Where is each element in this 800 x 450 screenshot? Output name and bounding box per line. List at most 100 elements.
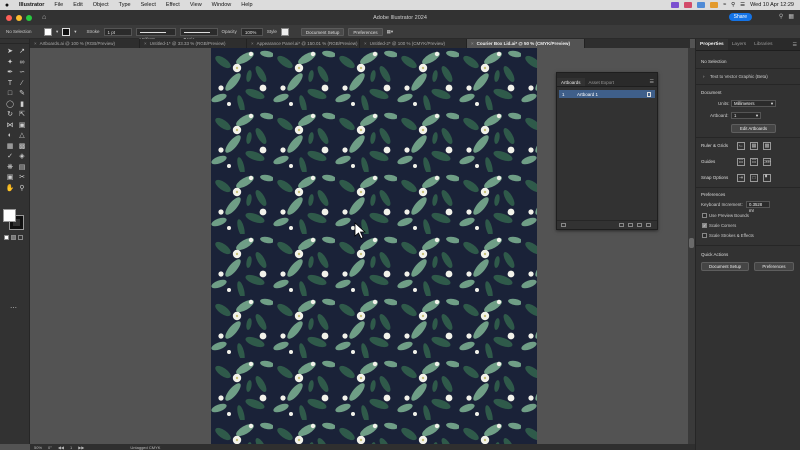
artboard-row[interactable]: 1 Artboard 1	[559, 90, 655, 98]
graphic-style-swatch[interactable]	[280, 27, 289, 36]
menu-type[interactable]: Type	[114, 2, 136, 8]
close-tab-icon[interactable]: ×	[251, 41, 254, 46]
document-setup-button[interactable]: Document Setup	[300, 27, 345, 36]
app-status-icon-2[interactable]	[697, 2, 706, 8]
gradient-tool-icon[interactable]: ▩	[17, 142, 27, 152]
screen-recorder-icon[interactable]	[671, 2, 680, 8]
menu-effect[interactable]: Effect	[161, 2, 185, 8]
scale-corners-checkbox[interactable]: ✓	[702, 223, 707, 228]
apple-icon[interactable]: ●	[0, 2, 14, 9]
menu-help[interactable]: Help	[236, 2, 257, 8]
zoom-tool-icon[interactable]: ⚲	[17, 184, 27, 194]
smart-guides-icon[interactable]: ⋙	[763, 158, 771, 166]
menu-view[interactable]: View	[185, 2, 207, 8]
rearrange-icon[interactable]	[561, 223, 566, 227]
text-to-vector-link[interactable]: Text to Vector Graphic (Beta)	[710, 74, 768, 79]
menu-file[interactable]: File	[49, 2, 68, 8]
none-mode-icon[interactable]	[18, 235, 23, 240]
preferences-button[interactable]: Preferences	[348, 27, 383, 36]
tab-document-1[interactable]: × Artboards.ai @ 100 % (RGB/Preview)	[30, 39, 140, 48]
artboard-tool-icon[interactable]: ▣	[5, 173, 15, 183]
zoom-level[interactable]: 50%	[34, 445, 42, 450]
tab-properties[interactable]: Properties	[696, 39, 728, 50]
artboard[interactable]	[211, 48, 537, 444]
hand-tool-icon[interactable]: ✋	[5, 184, 15, 194]
menu-window[interactable]: Window	[207, 2, 237, 8]
rotate-tool-icon[interactable]: ↻	[5, 110, 15, 120]
opacity-field[interactable]: 100%	[240, 27, 263, 36]
stroke-swatch[interactable]	[62, 27, 71, 36]
blend-tool-icon[interactable]: ◈	[17, 152, 27, 162]
artboard-number[interactable]: 1	[70, 445, 72, 450]
scroll-thumb[interactable]	[689, 238, 694, 248]
units-dropdown[interactable]: Millimeters ▾	[731, 100, 776, 107]
panel-menu-icon[interactable]: ☰	[650, 78, 654, 87]
snap-to-pixel-icon[interactable]: □	[750, 174, 758, 182]
graph-tool-icon[interactable]: ▤	[17, 163, 27, 173]
close-tab-icon[interactable]: ×	[471, 41, 474, 46]
minimize-window-button[interactable]	[16, 14, 22, 21]
move-up-icon[interactable]	[619, 223, 624, 227]
free-transform-tool-icon[interactable]: ▣	[17, 121, 27, 131]
direct-selection-tool-icon[interactable]: ↗	[17, 47, 27, 57]
paintbrush-tool-icon[interactable]: ✎	[17, 89, 27, 99]
snap-to-glyph-icon[interactable]: ▘	[763, 174, 771, 182]
keyboard-increment-field[interactable]: 0.3528 mr	[746, 201, 770, 213]
app-status-icon-3[interactable]	[710, 2, 719, 8]
variable-width-profile[interactable]: Uniform	[135, 27, 176, 42]
show-guides-icon[interactable]: ☷	[737, 158, 745, 166]
search-icon[interactable]: ⚲	[731, 2, 735, 8]
type-tool-icon[interactable]: T	[5, 79, 15, 89]
ruler-icon[interactable]: ⌙	[737, 142, 745, 150]
artboard-row-name[interactable]: Artboard 1	[577, 92, 598, 97]
chevron-down-icon[interactable]: ▾	[74, 29, 76, 35]
mesh-tool-icon[interactable]: ▦	[5, 142, 15, 152]
pen-tool-icon[interactable]: ✒	[5, 68, 15, 78]
tab-document-2[interactable]: × Untitled-1* @ 33.33 % (RGB/Preview)	[140, 39, 247, 48]
opacity-label[interactable]: Opacity	[222, 29, 237, 34]
chevron-right-icon[interactable]: ›	[703, 74, 705, 79]
tab-artboards[interactable]: Artboards	[557, 78, 585, 86]
stroke-label[interactable]: Stroke	[87, 29, 100, 34]
close-window-button[interactable]	[6, 14, 12, 21]
magic-wand-tool-icon[interactable]: ✦	[5, 58, 15, 68]
workspace-icon[interactable]: ▦	[788, 13, 794, 20]
color-mode-icon[interactable]	[4, 235, 9, 240]
zoom-window-button[interactable]	[26, 14, 32, 21]
rectangle-tool-icon[interactable]: □	[5, 89, 15, 99]
first-artboard-icon[interactable]: ◀◀	[58, 445, 64, 450]
tab-document-5[interactable]: × Courier Box Lid.ai* @ 50 % (CMYK/Previe…	[467, 39, 585, 48]
tab-asset-export[interactable]: Asset Export	[585, 78, 619, 86]
document-setup-button[interactable]: Document Setup	[701, 262, 749, 271]
close-tab-icon[interactable]: ×	[144, 41, 147, 46]
artboard-dropdown[interactable]: 1 ▾	[731, 112, 761, 119]
eyedropper-tool-icon[interactable]: ✓	[5, 152, 15, 162]
chevron-down-icon[interactable]: ▾	[56, 29, 58, 35]
scale-strokes-checkbox[interactable]	[702, 233, 707, 238]
tab-document-3[interactable]: × Appearance Panel.ai* @ 150.01 % (RGB/Pr…	[247, 39, 360, 48]
scale-tool-icon[interactable]: ⇱	[17, 110, 27, 120]
snap-to-point-icon[interactable]: ⇥	[737, 174, 745, 182]
perspective-grid-tool-icon[interactable]: △	[17, 131, 27, 141]
slice-tool-icon[interactable]: ✂	[17, 173, 27, 183]
preferences-button[interactable]: Preferences	[754, 262, 794, 271]
edit-toolbar-icon[interactable]: ⋯	[10, 304, 17, 312]
new-artboard-icon[interactable]	[637, 223, 642, 227]
menu-select[interactable]: Select	[136, 2, 161, 8]
tab-document-4[interactable]: × Untitled-2* @ 100 % (CMYK/Preview)	[360, 39, 467, 48]
tab-libraries[interactable]: Libraries	[750, 39, 776, 50]
home-icon[interactable]: ⌂	[42, 14, 46, 21]
wifi-icon[interactable]: ≈	[723, 2, 726, 8]
width-tool-icon[interactable]: ⋈	[5, 121, 15, 131]
shaper-tool-icon[interactable]: ◯	[5, 100, 15, 110]
line-tool-icon[interactable]: ∕	[17, 79, 27, 89]
grid-icon[interactable]: ▦	[750, 142, 758, 150]
transparency-grid-icon[interactable]: ▩	[763, 142, 771, 150]
delete-artboard-icon[interactable]	[646, 223, 651, 227]
fill-swatch[interactable]	[44, 27, 52, 36]
stroke-weight-field[interactable]: 1 pt	[103, 27, 132, 36]
symbol-sprayer-tool-icon[interactable]: ❋	[5, 163, 15, 173]
search-help-icon[interactable]: ⚲	[779, 13, 783, 20]
shape-builder-tool-icon[interactable]: ◐	[5, 131, 15, 141]
lasso-tool-icon[interactable]: ∞	[17, 58, 27, 68]
